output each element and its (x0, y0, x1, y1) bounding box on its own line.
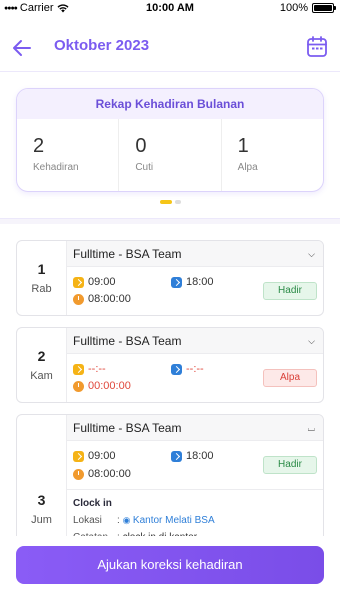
location-label: Lokasi (73, 515, 102, 526)
stat-value: 1 (237, 135, 249, 157)
shift-name: Fulltime - BSA Team (73, 247, 182, 261)
status-badge: Hadir (263, 456, 317, 474)
back-button[interactable] (10, 36, 34, 60)
day-date: 2 Kam (17, 328, 67, 402)
location-pin-icon: ◉ (122, 515, 133, 525)
clock-out-time: 18:00 (186, 450, 214, 462)
shift-header[interactable]: Fulltime - BSA Team ⌵ (67, 241, 323, 267)
carousel-indicator (0, 200, 340, 204)
stat-label: Cuti (135, 162, 154, 173)
submit-correction-button[interactable]: Ajukan koreksi kehadiran (16, 546, 324, 584)
location-row: Lokasi : ◉ Kantor Melati BSA (73, 515, 317, 526)
clock-out-icon (171, 276, 182, 288)
section-divider (0, 218, 340, 224)
day-number: 2 (37, 348, 46, 364)
day-card[interactable]: 1 Rab Fulltime - BSA Team ⌵ 09:00 18:00 … (16, 240, 324, 316)
day-name: Kam (30, 370, 53, 382)
battery-label: 100% (279, 2, 308, 14)
clock-in-row: 09:00 (73, 276, 116, 288)
clock-out-icon (171, 363, 182, 375)
clock-in-time: --:-- (88, 363, 106, 375)
clock-in-row: 09:00 (73, 450, 116, 462)
clock-in-detail: Clock in Lokasi : ◉ Kantor Melati BSA Ca… (67, 489, 323, 543)
status-badge: Hadir (263, 282, 317, 300)
clock-icon (73, 380, 84, 392)
clock-icon (73, 293, 84, 305)
duration-row: 00:00:00 (73, 380, 131, 392)
battery-icon (312, 3, 336, 13)
work-duration: 00:00:00 (88, 380, 131, 392)
stat-kehadiran: 2 Kehadiran (17, 119, 120, 191)
day-name: Jum (31, 514, 52, 526)
work-duration: 08:00:00 (88, 468, 131, 480)
location-link[interactable]: Kantor Melati BSA (133, 515, 215, 526)
clock-out-icon (171, 450, 182, 462)
shift-header[interactable]: Fulltime - BSA Team ⌴ (67, 415, 323, 441)
shift-header[interactable]: Fulltime - BSA Team ⌵ (67, 328, 323, 354)
monthly-recap-card[interactable]: Rekap Kehadiran Bulanan 2 Kehadiran 0 Cu… (16, 88, 324, 192)
bottom-action-bar: Ajukan koreksi kehadiran (0, 536, 340, 604)
clock-in-icon (73, 363, 84, 375)
clock-out-time: --:-- (186, 363, 204, 375)
work-duration: 08:00:00 (88, 293, 131, 305)
stat-cuti: 0 Cuti (119, 119, 222, 191)
stat-label: Kehadiran (33, 162, 79, 173)
day-number: 3 (37, 492, 46, 508)
clock-out-row: 18:00 (171, 276, 214, 288)
clock-in-icon (73, 450, 84, 462)
day-card[interactable]: 2 Kam Fulltime - BSA Team ⌵ --:-- --:-- … (16, 327, 324, 403)
page-title: Oktober 2023 (54, 37, 150, 54)
stat-alpa: 1 Alpa (222, 119, 323, 191)
day-number: 1 (37, 261, 46, 277)
stat-value: 2 (33, 135, 45, 157)
shift-name: Fulltime - BSA Team (73, 421, 182, 435)
status-bar: ●●●● Carrier 10:00 AM 100% (0, 0, 340, 16)
status-badge: Alpa (263, 369, 317, 387)
clock-in-detail-title: Clock in (73, 498, 112, 509)
chevron-down-icon[interactable]: ⌵ (308, 241, 315, 267)
pager-dot[interactable] (174, 200, 181, 204)
day-date: 1 Rab (17, 241, 67, 315)
shift-name: Fulltime - BSA Team (73, 334, 182, 348)
header-divider (0, 71, 340, 72)
chevron-down-icon[interactable]: ⌵ (308, 328, 315, 354)
clock-out-row: --:-- (171, 363, 204, 375)
clock-in-icon (73, 276, 84, 288)
clock-icon (73, 468, 84, 480)
pager-dot-active[interactable] (159, 200, 172, 204)
stat-value: 0 (135, 135, 147, 157)
chevron-up-icon[interactable]: ⌴ (308, 415, 315, 441)
day-name: Rab (31, 283, 52, 295)
clock-in-row: --:-- (73, 363, 106, 375)
clock-in-time: 09:00 (88, 276, 116, 288)
calendar-button[interactable] (306, 35, 328, 59)
recap-title: Rekap Kehadiran Bulanan (17, 89, 323, 119)
calendar-icon (307, 36, 327, 57)
clock-out-row: 18:00 (171, 450, 214, 462)
duration-row: 08:00:00 (73, 293, 131, 305)
duration-row: 08:00:00 (73, 468, 131, 480)
app-header: Oktober 2023 (0, 28, 340, 68)
clock-out-time: 18:00 (186, 276, 214, 288)
clock-in-time: 09:00 (88, 450, 116, 462)
arrow-left-icon (13, 40, 31, 56)
stat-label: Alpa (237, 162, 258, 173)
